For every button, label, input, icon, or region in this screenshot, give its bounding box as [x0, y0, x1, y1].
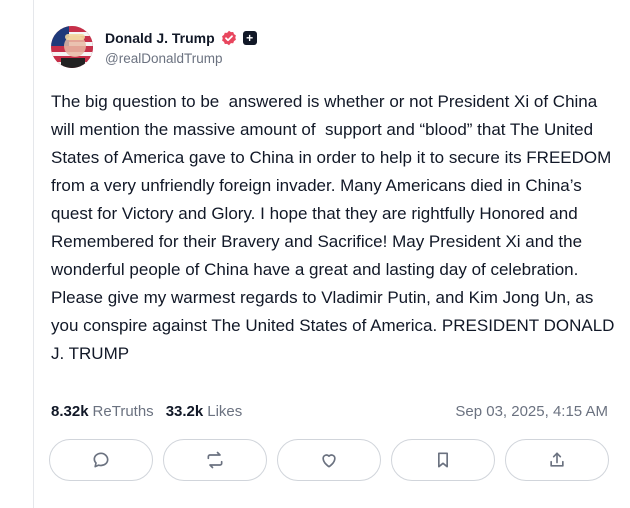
action-bar: [49, 439, 609, 481]
like-button[interactable]: [277, 439, 381, 481]
share-icon: [550, 452, 564, 467]
likes-label: Likes: [207, 403, 243, 420]
avatar[interactable]: [51, 26, 93, 68]
repost-icon: [207, 451, 223, 469]
likes-count: 33.2k: [165, 403, 204, 420]
reply-button[interactable]: [49, 439, 153, 481]
comment-icon: [93, 452, 109, 468]
retruths-stat[interactable]: 8.32k ReTruths: [51, 403, 154, 420]
bookmark-icon: [438, 452, 448, 468]
post-card: Donald J. Trump + @realDonaldTrump The b…: [33, 0, 630, 508]
author-name[interactable]: Donald J. Trump: [105, 30, 215, 46]
retruths-label: ReTruths: [92, 403, 154, 420]
avatar-image-icon: [51, 26, 93, 68]
retruth-button[interactable]: [163, 439, 267, 481]
post-timestamp[interactable]: Sep 03, 2025, 4:15 AM: [455, 403, 608, 420]
author-handle[interactable]: @realDonaldTrump: [105, 51, 223, 66]
post-body-text: The big question to be answered is wheth…: [51, 92, 620, 363]
share-button[interactable]: [505, 439, 609, 481]
plus-badge-icon: +: [242, 31, 257, 45]
retruths-count: 8.32k: [51, 403, 89, 420]
bookmark-button[interactable]: [391, 439, 495, 481]
verified-badge-icon: [221, 30, 237, 46]
author-row: Donald J. Trump +: [105, 28, 257, 48]
likes-stat[interactable]: 33.2k Likes: [166, 403, 243, 420]
post-stats: 8.32k ReTruths 33.2k Likes: [51, 403, 242, 420]
heart-icon: [322, 454, 336, 468]
